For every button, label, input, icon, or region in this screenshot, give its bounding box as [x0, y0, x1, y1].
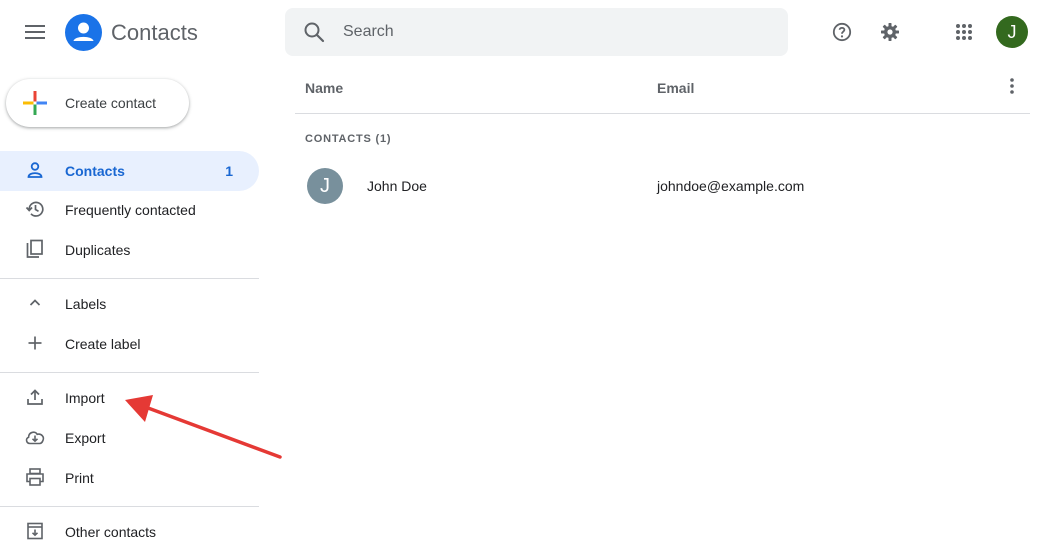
app-title[interactable]: Contacts: [111, 20, 198, 46]
search-input[interactable]: [343, 20, 763, 44]
sidebar-item-label: Create label: [65, 336, 141, 352]
sidebar-item-contacts[interactable]: Contacts 1: [0, 151, 259, 191]
archive-icon: [24, 520, 46, 542]
contact-name: John Doe: [367, 178, 427, 194]
account-avatar[interactable]: J: [996, 16, 1028, 48]
column-header-email[interactable]: Email: [657, 80, 694, 96]
sidebar-item-frequently-contacted[interactable]: Frequently contacted: [0, 190, 259, 230]
sidebar-item-duplicates[interactable]: Duplicates: [0, 230, 259, 270]
print-icon: [24, 466, 46, 488]
more-vert-icon: [1010, 78, 1014, 94]
sidebar-item-label: Export: [65, 430, 106, 446]
upload-icon: [24, 386, 46, 408]
contacts-logo-icon[interactable]: [65, 14, 102, 51]
settings-button[interactable]: [870, 12, 910, 52]
person-icon: [24, 159, 46, 181]
column-header-name[interactable]: Name: [305, 80, 343, 96]
contacts-count-badge: 1: [225, 163, 233, 179]
sidebar-item-import[interactable]: Import: [0, 378, 259, 418]
create-contact-button[interactable]: Create contact: [6, 79, 189, 127]
sidebar-item-create-label[interactable]: Create label: [0, 324, 259, 364]
sidebar-divider: [0, 506, 259, 507]
contact-email: johndoe@example.com: [657, 178, 805, 194]
apps-icon: [956, 24, 972, 40]
contact-avatar: J: [307, 168, 343, 204]
help-icon: [832, 22, 852, 42]
sidebar-divider: [0, 372, 259, 373]
apps-button[interactable]: [944, 12, 984, 52]
sidebar-item-label: Duplicates: [65, 242, 131, 258]
sidebar-item-labels[interactable]: Labels: [0, 284, 259, 324]
help-button[interactable]: [822, 12, 862, 52]
sidebar-item-label: Contacts: [65, 163, 125, 179]
contact-row[interactable]: J John Doe johndoe@example.com: [295, 160, 1030, 212]
sidebar-item-label: Import: [65, 390, 105, 406]
search-bar[interactable]: [285, 8, 788, 56]
sidebar-item-print[interactable]: Print: [0, 458, 259, 498]
main-menu-button[interactable]: [15, 12, 55, 52]
sidebar-item-other-contacts[interactable]: Other contacts: [0, 512, 259, 550]
contacts-section-title: CONTACTS (1): [305, 133, 392, 145]
chevron-up-icon: [24, 292, 46, 314]
sidebar-divider: [0, 278, 259, 279]
top-bar: Contacts Search J: [0, 0, 1038, 64]
plus-icon: [24, 332, 46, 354]
sidebar-item-label: Frequently contacted: [65, 202, 196, 218]
menu-icon: [25, 25, 45, 39]
sidebar-item-export[interactable]: Export: [0, 418, 259, 458]
more-options-button[interactable]: [1000, 72, 1024, 100]
history-icon: [24, 198, 46, 220]
duplicates-icon: [24, 238, 46, 260]
search-icon[interactable]: [302, 20, 326, 44]
list-header-divider: [295, 113, 1030, 114]
settings-icon: [881, 23, 899, 41]
create-contact-label: Create contact: [65, 95, 157, 111]
cloud-download-icon: [24, 426, 46, 448]
sidebar-item-label: Labels: [65, 296, 107, 312]
sidebar-item-label: Print: [65, 470, 94, 486]
colorful-plus-icon: [23, 91, 47, 115]
sidebar-item-label: Other contacts: [65, 524, 157, 540]
